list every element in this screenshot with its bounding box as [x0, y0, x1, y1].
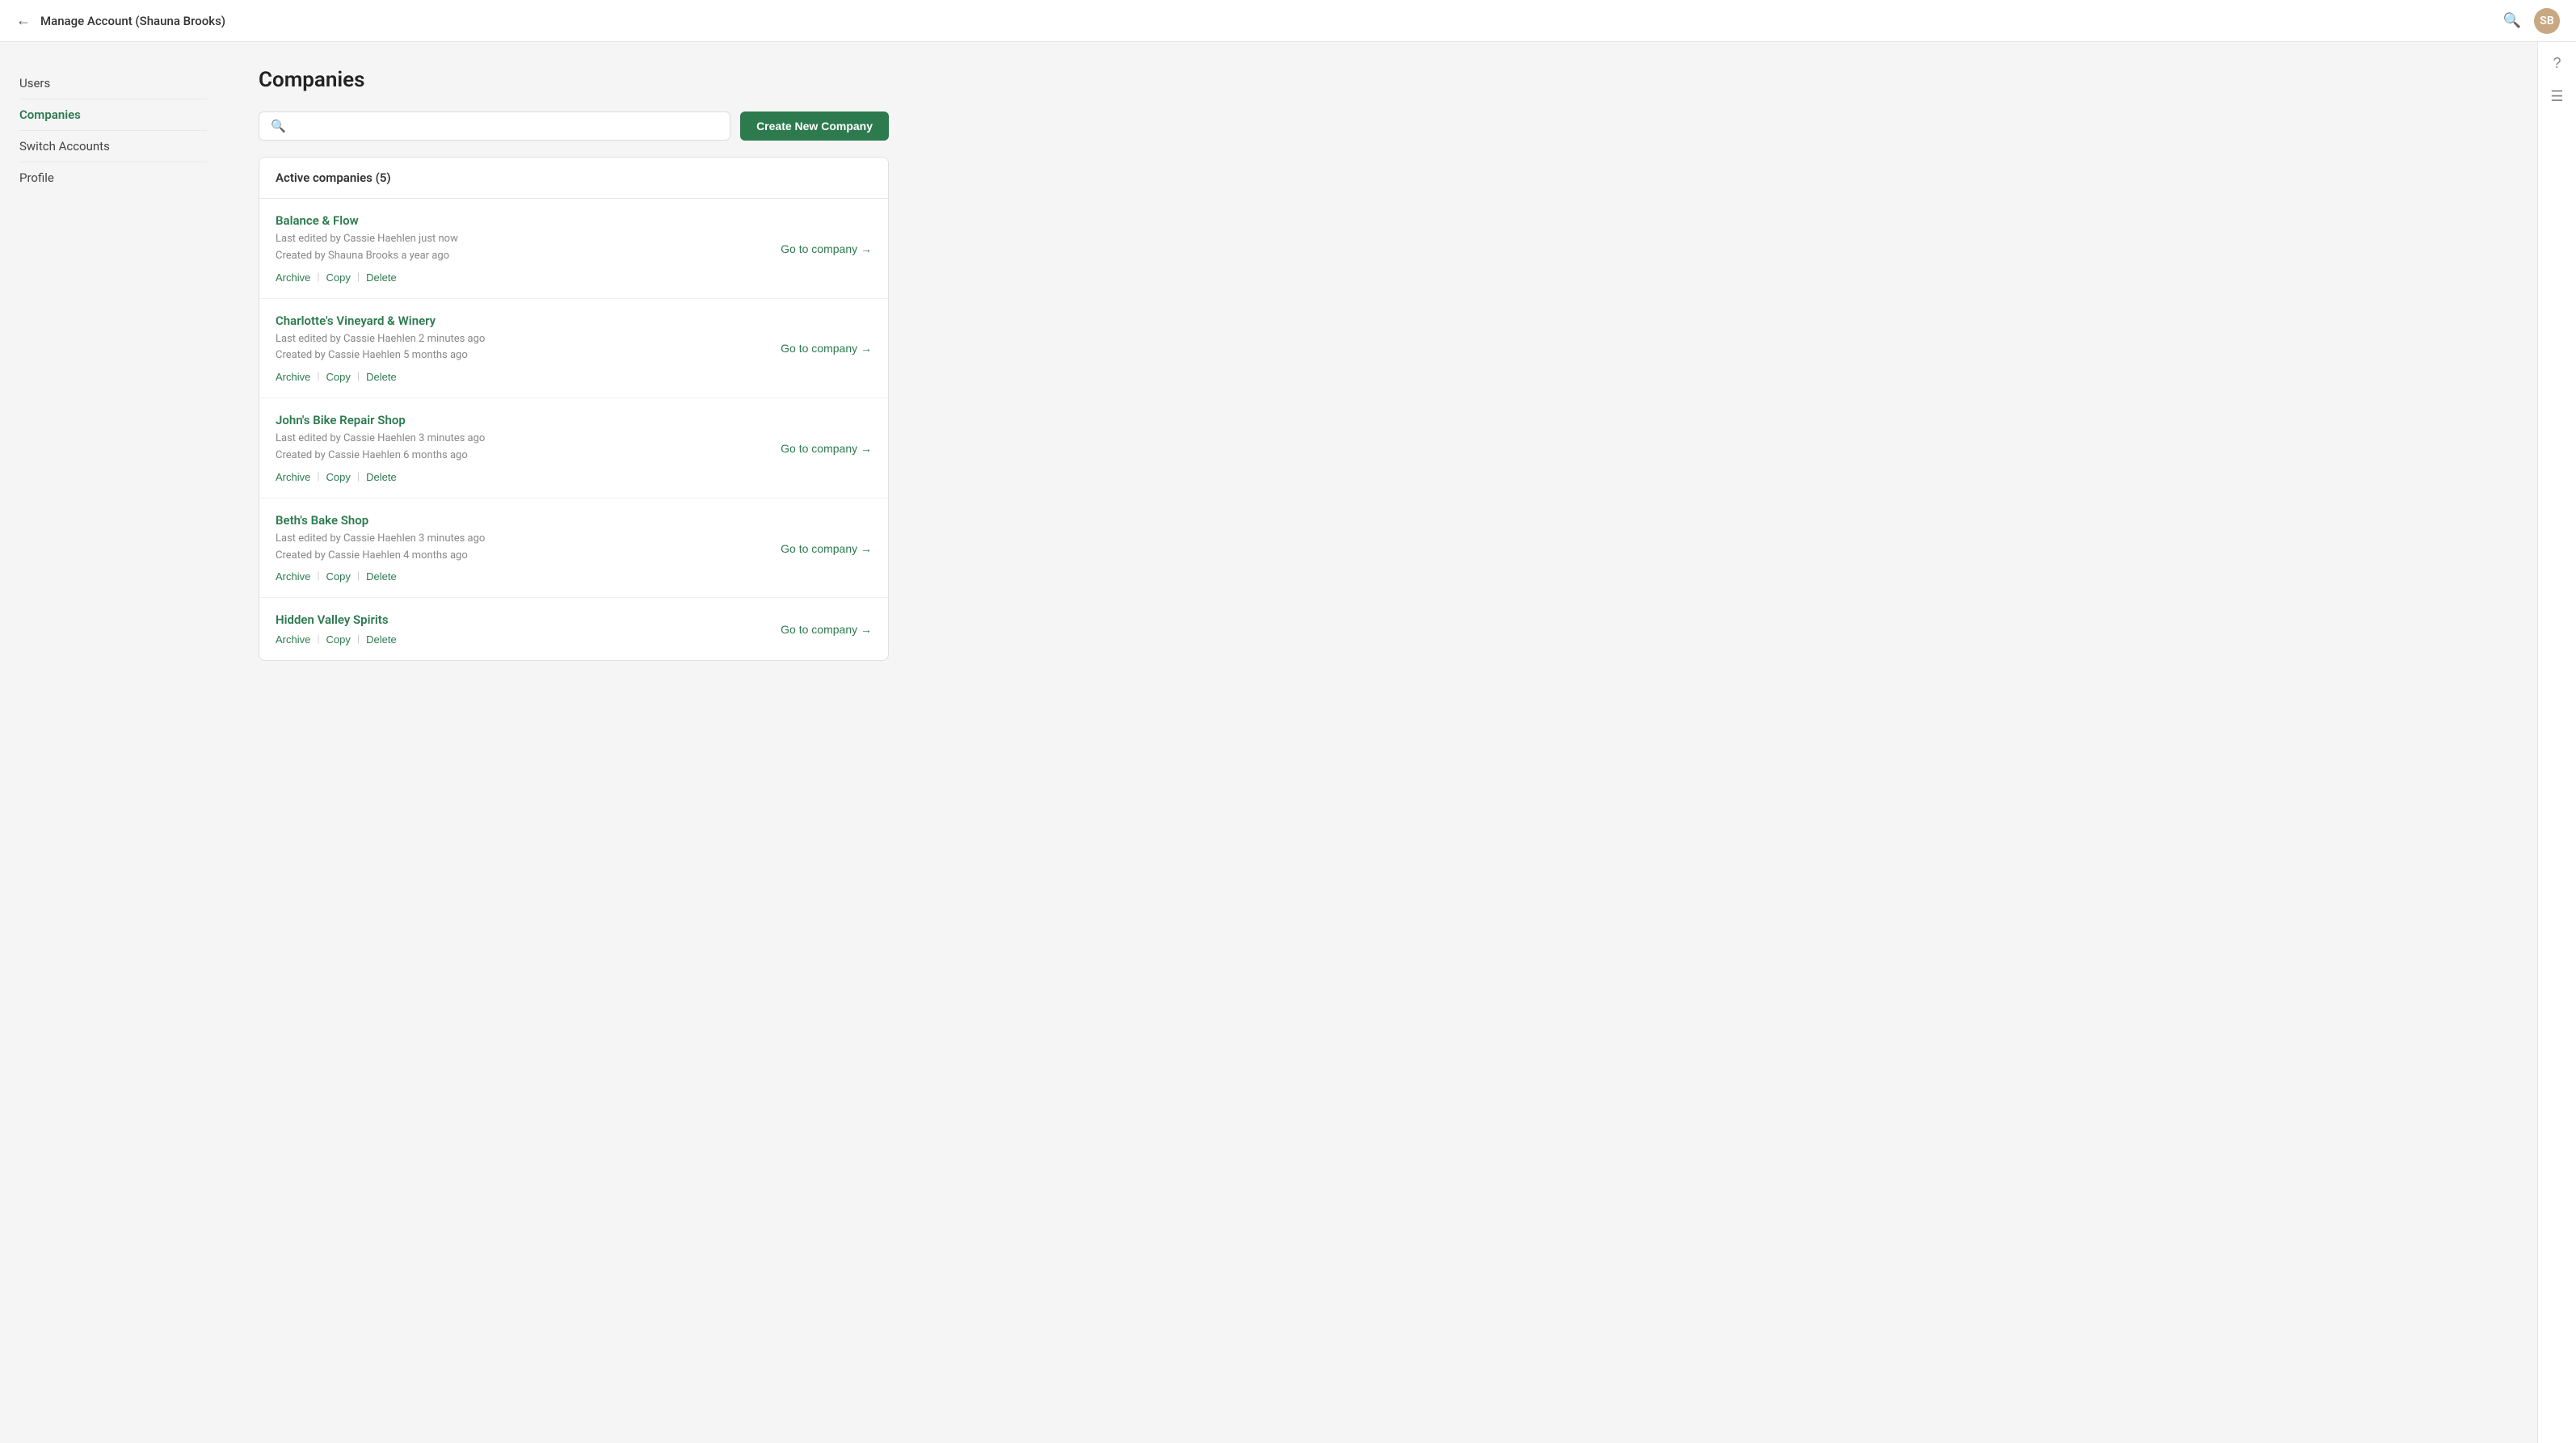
company-name[interactable]: Beth's Bake Shop — [276, 513, 781, 528]
avatar[interactable]: SB — [2534, 8, 2560, 34]
company-item: John's Bike Repair Shop Last edited by C… — [259, 398, 888, 499]
help-icon-button[interactable]: ? — [2553, 55, 2561, 72]
companies-card: Active companies (5) Balance & Flow Last… — [259, 157, 889, 661]
company-meta-line: Created by Cassie Haehlen 4 months ago — [276, 548, 781, 565]
company-actions: Archive | Copy | Delete — [276, 371, 781, 383]
action-separator: | — [317, 471, 319, 483]
search-icon: 🔍 — [2503, 12, 2521, 28]
search-input[interactable] — [293, 120, 718, 133]
action-separator: | — [357, 271, 360, 284]
companies-header: Active companies (5) — [259, 158, 888, 199]
company-name[interactable]: Charlotte's Vineyard & Winery — [276, 313, 781, 328]
back-button[interactable]: ← — [16, 12, 31, 29]
go-to-company-button[interactable]: Go to company → — [781, 242, 872, 255]
company-left: Beth's Bake Shop Last edited by Cassie H… — [276, 513, 781, 583]
action-separator: | — [317, 271, 319, 284]
company-item: Charlotte's Vineyard & Winery Last edite… — [259, 299, 888, 399]
section-title: Companies — [259, 68, 889, 92]
search-box-icon: 🔍 — [271, 119, 286, 133]
action-copy-button[interactable]: Copy — [326, 633, 351, 646]
top-bar-left: ← Manage Account (Shauna Brooks) — [16, 12, 225, 29]
action-separator: | — [317, 570, 319, 583]
go-to-company-button[interactable]: Go to company → — [781, 542, 872, 555]
company-item: Beth's Bake Shop Last edited by Cassie H… — [259, 499, 888, 599]
search-create-row: 🔍 Create New Company — [259, 111, 889, 141]
company-item: Hidden Valley Spirits Archive | Copy | Delet… — [259, 598, 888, 660]
action-separator: | — [357, 471, 360, 483]
nav-item-companies[interactable]: Companies — [19, 99, 207, 131]
action-separator: | — [357, 633, 360, 646]
action-separator: | — [357, 371, 360, 383]
content-area: Companies 🔍 Create New Company Active co… — [226, 42, 921, 1443]
company-actions: Archive | Copy | Delete — [276, 633, 781, 646]
action-archive-button[interactable]: Archive — [276, 633, 310, 646]
action-archive-button[interactable]: Archive — [276, 271, 310, 284]
action-delete-button[interactable]: Delete — [366, 271, 397, 284]
company-right: Go to company → — [781, 340, 872, 355]
company-actions: Archive | Copy | Delete — [276, 570, 781, 583]
company-left: Balance & Flow Last edited by Cassie Hae… — [276, 213, 781, 284]
company-meta-line: Created by Cassie Haehlen 5 months ago — [276, 347, 781, 364]
action-copy-button[interactable]: Copy — [326, 271, 351, 284]
action-archive-button[interactable]: Archive — [276, 570, 310, 583]
action-delete-button[interactable]: Delete — [366, 371, 397, 383]
company-left: John's Bike Repair Shop Last edited by C… — [276, 413, 781, 483]
action-copy-button[interactable]: Copy — [326, 371, 351, 383]
left-nav: Users Companies Switch Accounts Profile — [0, 42, 226, 1443]
company-left: Hidden Valley Spirits Archive | Copy | Delet… — [276, 612, 781, 646]
company-meta-line: Last edited by Cassie Haehlen 3 minutes … — [276, 531, 781, 548]
right-sidebar: ? ☰ — [2537, 42, 2576, 1443]
action-delete-button[interactable]: Delete — [366, 570, 397, 583]
main-layout: Users Companies Switch Accounts Profile … — [0, 42, 2576, 1443]
go-to-company-button[interactable]: Go to company → — [781, 623, 872, 636]
search-button[interactable]: 🔍 — [2503, 12, 2521, 29]
company-meta-line: Last edited by Cassie Haehlen just now — [276, 231, 781, 248]
go-to-company-button[interactable]: Go to company → — [781, 442, 872, 455]
help-icon: ? — [2553, 55, 2561, 71]
nav-item-switch-accounts[interactable]: Switch Accounts — [19, 131, 207, 162]
companies-list: Balance & Flow Last edited by Cassie Hae… — [259, 199, 888, 660]
page-title: Manage Account (Shauna Brooks) — [40, 14, 225, 28]
company-left: Charlotte's Vineyard & Winery Last edite… — [276, 313, 781, 384]
company-right: Go to company → — [781, 541, 872, 556]
company-right: Go to company → — [781, 241, 872, 256]
top-bar-right: 🔍 SB — [2503, 8, 2560, 34]
action-copy-button[interactable]: Copy — [326, 570, 351, 583]
company-right: Go to company → — [781, 440, 872, 456]
company-meta-line: Last edited by Cassie Haehlen 3 minutes … — [276, 431, 781, 448]
company-meta-line: Created by Shauna Brooks a year ago — [276, 248, 781, 265]
action-archive-button[interactable]: Archive — [276, 471, 310, 483]
layers-icon: ☰ — [2550, 88, 2563, 104]
create-new-company-button[interactable]: Create New Company — [740, 111, 889, 141]
company-actions: Archive | Copy | Delete — [276, 271, 781, 284]
company-item: Balance & Flow Last edited by Cassie Hae… — [259, 199, 888, 299]
top-bar: ← Manage Account (Shauna Brooks) 🔍 SB — [0, 0, 2576, 42]
action-delete-button[interactable]: Delete — [366, 471, 397, 483]
action-separator: | — [317, 371, 319, 383]
company-name[interactable]: John's Bike Repair Shop — [276, 413, 781, 427]
company-right: Go to company → — [781, 621, 872, 637]
action-separator: | — [357, 570, 360, 583]
nav-item-users[interactable]: Users — [19, 68, 207, 99]
company-meta: Last edited by Cassie Haehlen 2 minutes … — [276, 331, 781, 365]
company-name[interactable]: Hidden Valley Spirits — [276, 612, 781, 627]
company-meta: Last edited by Cassie Haehlen 3 minutes … — [276, 431, 781, 465]
company-name[interactable]: Balance & Flow — [276, 213, 781, 228]
action-separator: | — [317, 633, 319, 646]
company-meta-line: Last edited by Cassie Haehlen 2 minutes … — [276, 331, 781, 348]
action-copy-button[interactable]: Copy — [326, 471, 351, 483]
company-meta-line: Created by Cassie Haehlen 6 months ago — [276, 448, 781, 465]
layers-icon-button[interactable]: ☰ — [2550, 88, 2563, 105]
company-actions: Archive | Copy | Delete — [276, 471, 781, 483]
action-archive-button[interactable]: Archive — [276, 371, 310, 383]
search-box: 🔍 — [259, 111, 730, 141]
nav-item-profile[interactable]: Profile — [19, 162, 207, 193]
action-delete-button[interactable]: Delete — [366, 633, 397, 646]
company-meta: Last edited by Cassie Haehlen just nowCr… — [276, 231, 781, 265]
go-to-company-button[interactable]: Go to company → — [781, 342, 872, 355]
company-meta: Last edited by Cassie Haehlen 3 minutes … — [276, 531, 781, 565]
back-icon: ← — [16, 12, 31, 29]
